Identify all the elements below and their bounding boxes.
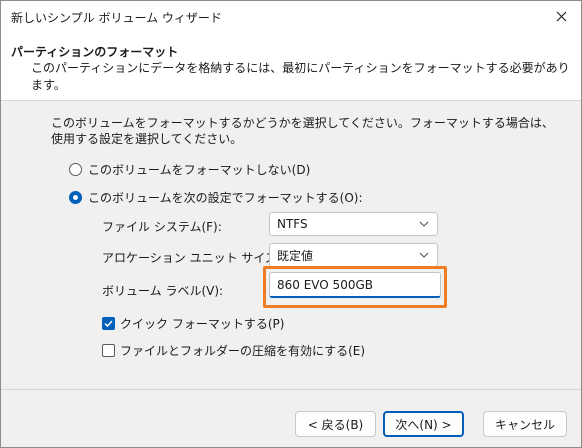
radio-no-format[interactable]: このボリュームをフォーマットしない(D): [69, 161, 310, 178]
chevron-down-icon: [419, 252, 429, 258]
compression-checkbox[interactable]: [102, 344, 115, 357]
radio-format[interactable]: このボリュームを次の設定でフォーマットする(O):: [69, 189, 363, 206]
quick-format-checkbox-row[interactable]: クイック フォーマットする(P): [102, 315, 284, 332]
allocation-size-select[interactable]: 既定値: [269, 243, 438, 267]
footer-divider: [1, 389, 581, 390]
quick-format-label: クイック フォーマットする(P): [120, 317, 285, 331]
window-title: 新しいシンプル ボリューム ウィザード: [11, 11, 222, 25]
cancel-button[interactable]: キャンセル: [483, 411, 567, 437]
close-button[interactable]: [549, 5, 573, 27]
compression-checkbox-row[interactable]: ファイルとフォルダーの圧縮を有効にする(E): [102, 342, 365, 359]
volume-label-value: 860 EVO 500GB: [277, 277, 373, 292]
title-bar: 新しいシンプル ボリューム ウィザード: [1, 1, 581, 31]
page-title: パーティションのフォーマット: [11, 45, 179, 59]
radio-button-checked[interactable]: [69, 191, 82, 204]
volume-label-input[interactable]: 860 EVO 500GB: [269, 272, 441, 298]
next-button[interactable]: 次へ(N) >: [383, 411, 464, 437]
radio-button-unchecked[interactable]: [69, 163, 82, 176]
quick-format-checkbox[interactable]: [102, 317, 115, 330]
volume-label-label: ボリューム ラベル(V):: [102, 284, 224, 298]
wizard-window: 新しいシンプル ボリューム ウィザード パーティションのフォーマット このパーテ…: [0, 0, 582, 448]
instruction-text: このボリュームをフォーマットするかどうかを選択してください。フォーマットする場合…: [51, 116, 554, 146]
file-system-select[interactable]: NTFS: [269, 212, 438, 236]
file-system-value: NTFS: [277, 217, 308, 231]
close-icon: [556, 11, 566, 21]
radio-format-label: このボリュームを次の設定でフォーマットする(O):: [88, 191, 363, 205]
allocation-size-value: 既定値: [277, 248, 314, 263]
compression-label: ファイルとフォルダーの圧縮を有効にする(E): [120, 344, 366, 358]
radio-no-format-label: このボリュームをフォーマットしない(D): [88, 163, 311, 177]
header-panel: パーティションのフォーマット このパーティションにデータを格納するには、最初にパ…: [1, 31, 581, 101]
checkmark-icon: [104, 320, 113, 328]
back-button[interactable]: < 戻る(B): [295, 411, 376, 437]
page-subtitle: このパーティションにデータを格納するには、最初にパーティションをフォーマットする…: [31, 61, 570, 92]
chevron-down-icon: [419, 221, 429, 227]
file-system-label: ファイル システム(F):: [102, 220, 222, 234]
